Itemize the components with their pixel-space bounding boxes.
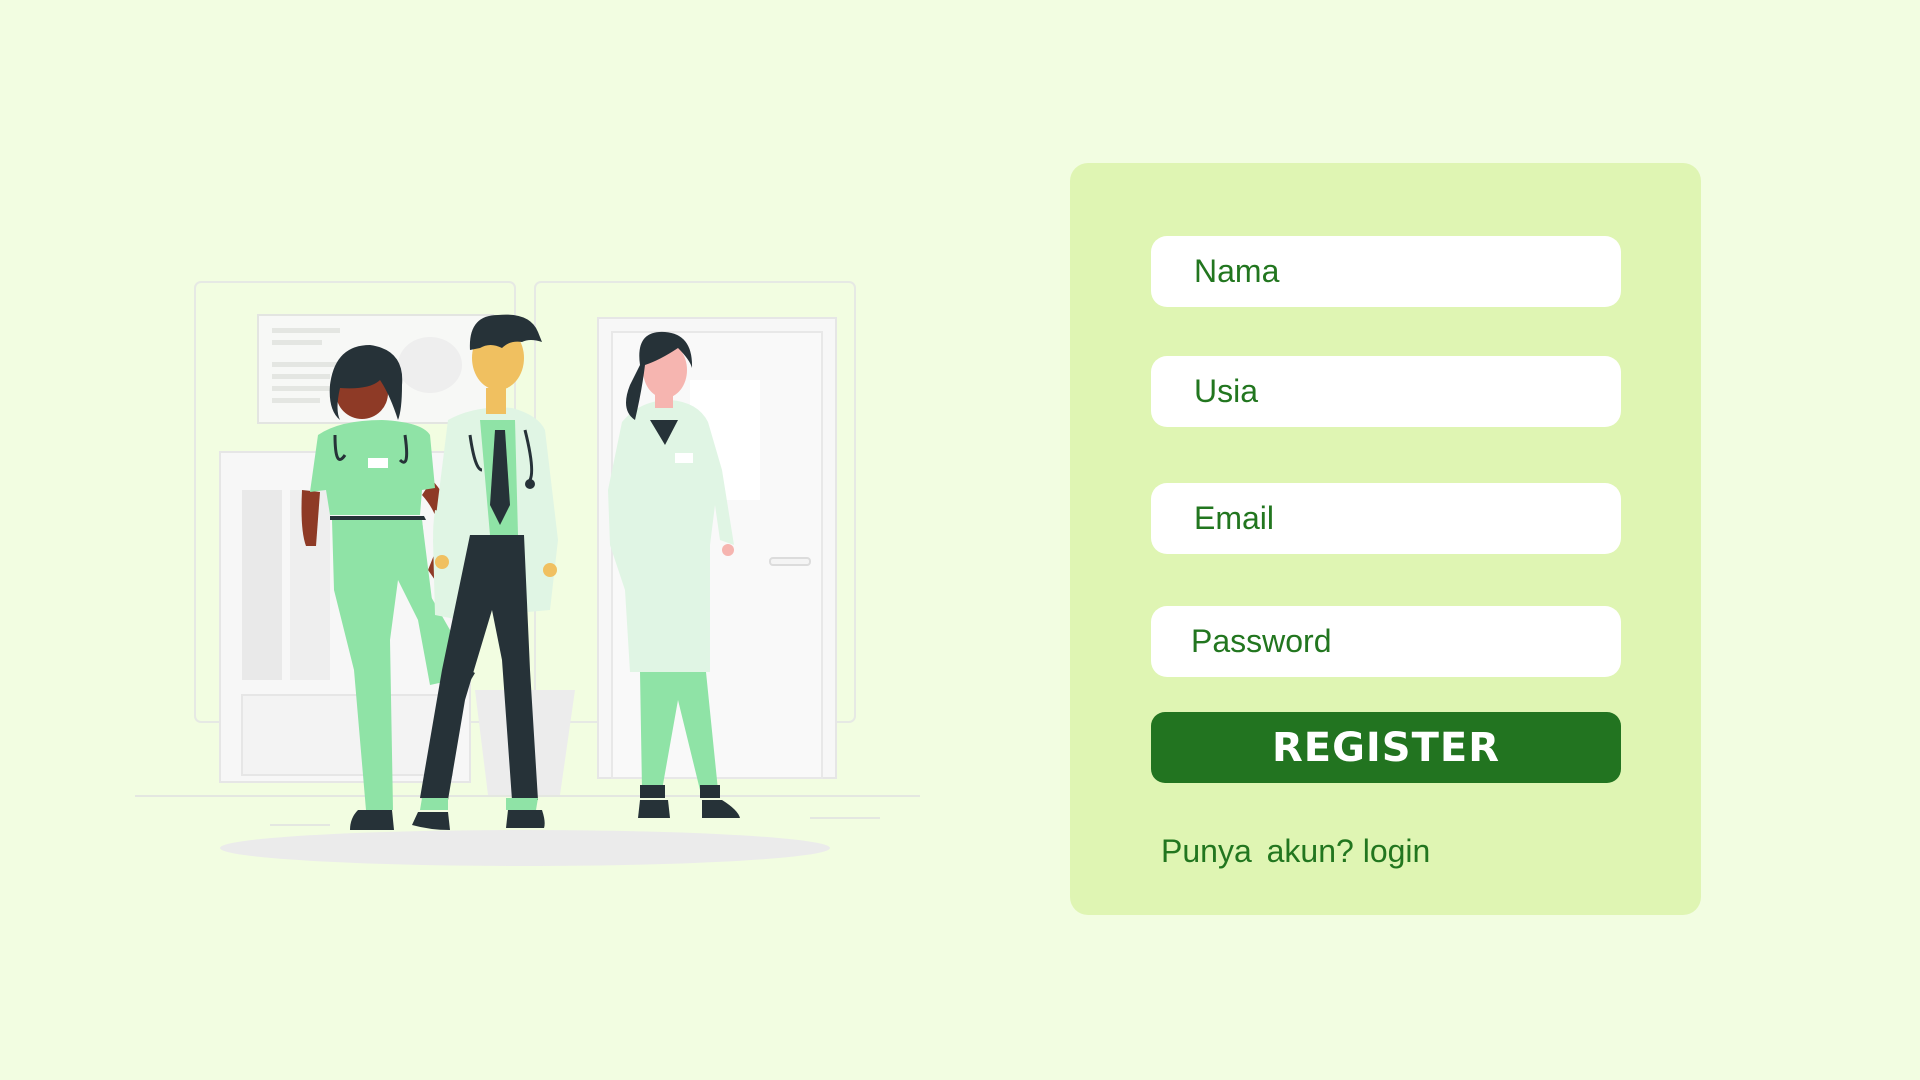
nama-input[interactable] bbox=[1151, 236, 1621, 307]
nama-field bbox=[1151, 236, 1621, 307]
usia-input[interactable] bbox=[1151, 356, 1621, 427]
login-link[interactable]: login bbox=[1363, 833, 1431, 869]
login-prompt-text: Punya akun? bbox=[1161, 833, 1354, 869]
register-form-card: REGISTER Punya akun? login bbox=[1070, 163, 1701, 915]
password-field bbox=[1151, 606, 1621, 677]
register-button[interactable]: REGISTER bbox=[1151, 712, 1621, 783]
email-input[interactable] bbox=[1151, 483, 1621, 554]
email-field bbox=[1151, 483, 1621, 554]
password-input[interactable] bbox=[1151, 606, 1621, 677]
login-prompt-line: Punya akun? login bbox=[1161, 833, 1430, 870]
usia-field bbox=[1151, 356, 1621, 427]
medical-staff-illustration bbox=[130, 270, 930, 890]
